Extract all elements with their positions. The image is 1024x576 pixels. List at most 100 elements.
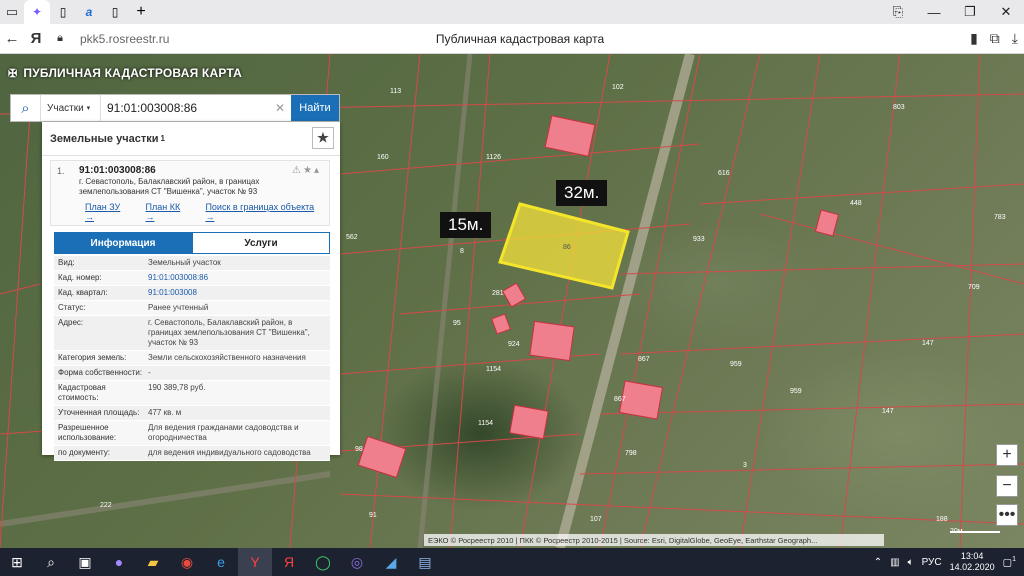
warning-icon[interactable]: ⚠ — [292, 165, 303, 176]
link-search-within[interactable]: Поиск в границах объекта → — [205, 202, 325, 222]
url-text[interactable]: pkk5.rosreestr.ru — [80, 32, 169, 46]
link-plan-kk[interactable]: План КК → — [146, 202, 192, 222]
edge-icon: e — [217, 554, 225, 570]
search-taskbar-button[interactable]: ⌕ — [34, 548, 68, 576]
result-card[interactable]: 1. ⚠★▴ 91:01:003008:86 г. Севастополь, Б… — [50, 160, 330, 226]
tab-a[interactable]: a — [76, 0, 102, 24]
chrome-button[interactable]: ◉ — [170, 548, 204, 576]
viber-icon: ◎ — [350, 553, 364, 570]
more-tools-button[interactable]: ••• — [996, 504, 1018, 526]
property-value[interactable]: 91:01:003008 — [148, 288, 326, 298]
tab-page[interactable]: ▯ — [50, 0, 76, 24]
parcel-label: 798 — [625, 450, 637, 457]
property-value[interactable]: 91:01:003008:86 — [148, 273, 326, 283]
bookmark-add-button[interactable]: ⎘ — [880, 4, 916, 20]
sidebar-icon[interactable]: ▭ — [0, 0, 24, 24]
volume-icon[interactable]: 🔈︎ — [908, 557, 914, 568]
chevron-down-icon: ▾ — [86, 105, 91, 112]
property-value: 477 кв. м — [148, 408, 182, 417]
zoom-in-button[interactable]: + — [996, 444, 1018, 466]
parcel-label: 933 — [693, 236, 705, 243]
property-key: Категория земель: — [58, 353, 127, 362]
link-plan-zu[interactable]: План ЗУ → — [85, 202, 132, 222]
task-view-button[interactable]: ▣ — [68, 548, 102, 576]
scale-label: 20м — [950, 528, 963, 535]
start-button[interactable]: ⊞ — [0, 548, 34, 576]
favorite-button[interactable]: ★ — [312, 127, 334, 149]
tab-page-icon: ▯ — [111, 5, 119, 19]
download-icon[interactable]: ⤓ — [1012, 30, 1018, 47]
result-actions[interactable]: ⚠★▴ — [292, 165, 321, 176]
property-key: Адрес: — [58, 318, 84, 327]
close-button[interactable]: ✕ — [988, 4, 1024, 20]
clear-icon[interactable]: ✕ — [275, 95, 291, 121]
parcel-label: 783 — [994, 214, 1006, 221]
property-row: Вид: Земельный участок — [54, 256, 330, 271]
file-explorer-button[interactable]: ▰ — [136, 548, 170, 576]
property-key: Кадастровая стоимость: — [58, 383, 106, 402]
result-count: 1 — [160, 134, 165, 143]
whatsapp-button[interactable]: ◯ — [306, 548, 340, 576]
property-value: для ведения индивидуального садоводства — [148, 448, 311, 457]
parcel-label: 867 — [638, 356, 650, 363]
property-value: Земельный участок — [148, 258, 221, 267]
parcel-label: 107 — [590, 516, 602, 523]
language-indicator[interactable]: РУС — [922, 557, 942, 568]
search-input[interactable] — [101, 95, 275, 121]
property-row: Уточненная площадь: 477 кв. м — [54, 406, 330, 421]
parcel-label: 924 — [508, 341, 520, 348]
zoom-out-button[interactable]: − — [996, 475, 1018, 497]
pinned-app-button-2[interactable]: ▤ — [408, 548, 442, 576]
map-header: ✠ ПУБЛИЧНАЯ КАДАСТРОВАЯ КАРТА — [8, 66, 242, 80]
bookmark-icon[interactable]: ▮ — [970, 30, 978, 47]
tab-a-icon: a — [85, 5, 93, 19]
notification-icon[interactable]: ▢1 — [1003, 556, 1016, 568]
property-value: 190 389,78 руб. — [148, 383, 206, 392]
viber-button[interactable]: ◎ — [340, 548, 374, 576]
result-address: г. Севастополь, Балаклавский район, в гр… — [79, 177, 260, 196]
windows-logo-icon: ⊞ — [11, 553, 23, 570]
notification-count: 1 — [1012, 555, 1016, 563]
property-row: Адрес: г. Севастополь, Балаклавский район… — [54, 316, 330, 351]
new-tab-button[interactable]: + — [128, 0, 154, 24]
property-row: Кад. квартал: 91:01:003008 — [54, 286, 330, 301]
search-bar: ⌕ Участки ▾ ✕ Найти — [10, 94, 340, 122]
tab-services[interactable]: Услуги — [192, 232, 330, 254]
yandex-button[interactable]: Я — [272, 548, 306, 576]
clock-date: 14.02.2020 — [949, 562, 995, 572]
back-button[interactable]: ← — [0, 30, 24, 47]
alice-icon: ✦ — [31, 5, 43, 19]
network-icon[interactable]: ▥ — [890, 557, 899, 568]
property-key: Вид: — [58, 258, 75, 267]
parcel-label: 95 — [453, 320, 461, 327]
search-button[interactable]: Найти — [291, 95, 339, 121]
property-row: Форма собственности: - — [54, 366, 330, 381]
category-select[interactable]: Участки ▾ — [41, 95, 101, 121]
close-small-icon[interactable]: ▴ — [314, 165, 321, 176]
alice-tab[interactable]: ✦ — [24, 0, 50, 24]
star-outline-icon[interactable]: ★ — [303, 165, 314, 176]
yandex-button[interactable]: Я — [24, 30, 48, 47]
edge-button[interactable]: e — [204, 548, 238, 576]
property-row: по документу: для ведения индивидуального… — [54, 446, 330, 461]
alice-taskbar-button[interactable]: ● — [102, 548, 136, 576]
parcel-label: 102 — [612, 84, 624, 91]
search-icon[interactable]: ⌕ — [11, 95, 41, 121]
parcel-label: 1154 — [486, 366, 502, 373]
clock[interactable]: 13:04 14.02.2020 — [950, 551, 995, 573]
property-table: Вид: Земельный участок Кад. номер: 91:01:0… — [54, 256, 330, 461]
extensions-icon[interactable]: ⧉ — [990, 30, 1000, 47]
tab-page-2[interactable]: ▯ — [102, 0, 128, 24]
yandex-browser-button[interactable]: Y — [238, 548, 272, 576]
plus-icon: + — [1002, 446, 1012, 463]
pinned-app-button[interactable]: ◢ — [374, 548, 408, 576]
tray-chevron-icon[interactable]: ⌃ — [874, 557, 882, 568]
tab-info[interactable]: Информация — [54, 232, 192, 254]
category-label: Участки — [47, 102, 84, 114]
maximize-button[interactable]: ❐ — [952, 4, 988, 20]
result-cadastral-number[interactable]: 91:01:003008:86 — [79, 165, 325, 176]
parcel-label: 448 — [850, 200, 862, 207]
panel-header: Земельные участки 1 ★ — [42, 122, 340, 156]
whatsapp-icon: ◯ — [315, 553, 331, 570]
minimize-button[interactable]: — — [916, 5, 952, 20]
